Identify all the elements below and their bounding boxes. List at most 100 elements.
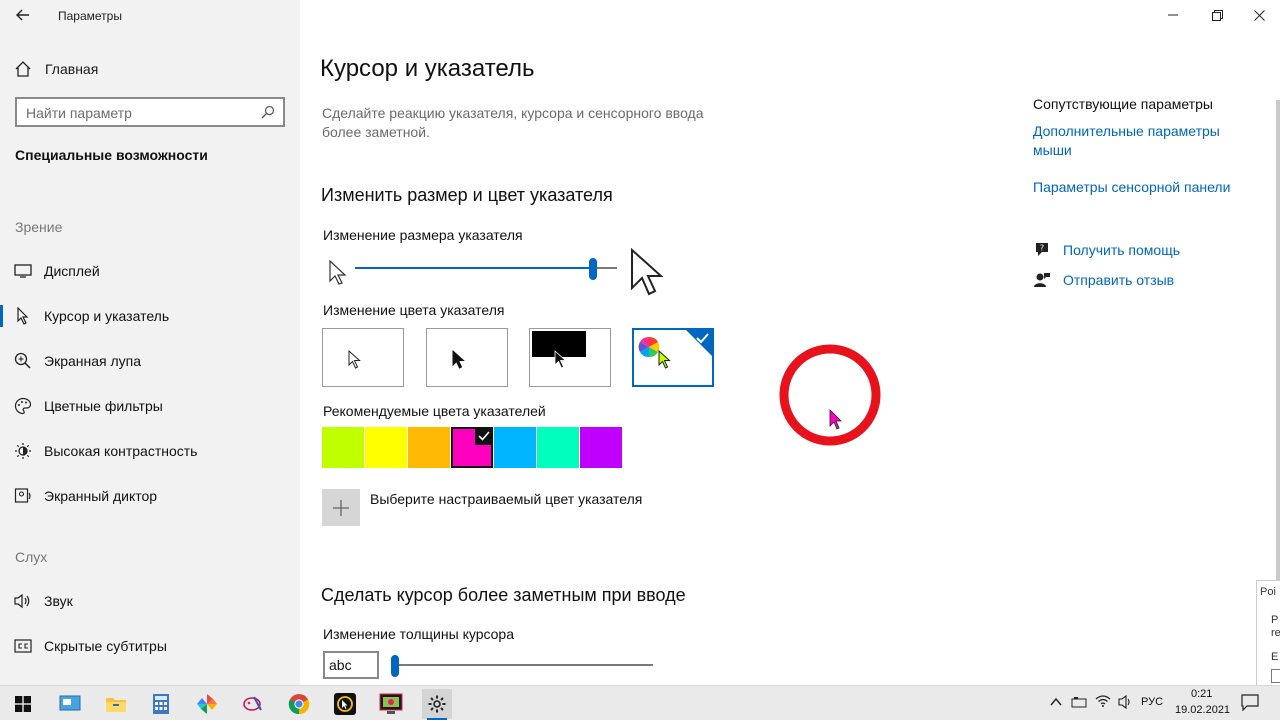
feedback-icon [1034, 273, 1050, 287]
taskbar-cursor-app[interactable] [330, 689, 360, 719]
contrast-icon [14, 442, 32, 460]
color-swatch[interactable] [365, 427, 407, 468]
back-button[interactable] [8, 2, 38, 28]
slider-thumb[interactable] [588, 258, 597, 280]
sidebar-item-captions[interactable]: Скрытые субтитры [0, 629, 300, 663]
sidebar-item-label: Курсор и указатель [44, 308, 170, 324]
minimize-button[interactable] [1150, 0, 1196, 30]
palette-icon [14, 397, 32, 415]
desktop-icon [59, 695, 81, 711]
white-pointer-icon [348, 350, 361, 369]
add-custom-color-button[interactable] [322, 489, 360, 526]
sidebar-item-sound[interactable]: Звук [0, 584, 300, 618]
language-indicator[interactable]: РУС [1141, 696, 1163, 708]
windows-start-icon [15, 696, 31, 712]
arrow-left-icon [16, 9, 29, 21]
send-feedback-label: Отправить отзыв [1063, 272, 1175, 288]
pointer-color-black[interactable] [426, 328, 508, 387]
color-label: Изменение цвета указателя [323, 302, 505, 318]
popup-checkbox[interactable] [1271, 669, 1280, 683]
taskbar-chrome[interactable] [284, 689, 314, 719]
cursor-thickness-slider[interactable] [391, 650, 653, 680]
paint-icon [243, 696, 262, 711]
pointer-color-white[interactable] [322, 328, 404, 387]
chevron-up-icon[interactable] [1050, 697, 1062, 707]
wifi-icon[interactable] [1095, 694, 1111, 708]
custom-pointer-icon [658, 350, 671, 369]
pointer-color-inverted[interactable] [529, 328, 611, 387]
custom-color-label: Выберите настраиваемый цвет указателя [370, 491, 643, 507]
taskbar-screen-recorder[interactable] [376, 689, 406, 719]
app-title: Параметры [58, 9, 122, 23]
taskbar: РУС 0:21 19.02.2021 [0, 685, 1280, 720]
clock-time[interactable]: 0:21 [1191, 688, 1212, 700]
narrator-icon [14, 487, 32, 505]
scrollbar[interactable] [1276, 100, 1280, 580]
color-swatch[interactable] [537, 427, 579, 468]
get-help-link[interactable]: ? Получить помощь [1033, 239, 1180, 261]
search-input[interactable]: Найти параметр [15, 97, 285, 127]
color-swatch[interactable] [494, 427, 536, 468]
swatch-check-icon [475, 427, 493, 445]
taskbar-file-explorer[interactable] [101, 689, 131, 719]
sidebar-item-label: Экранная лупа [44, 353, 142, 369]
sidebar-item-label: Цветные фильтры [44, 398, 163, 414]
monitor-icon [14, 262, 32, 280]
send-feedback-link[interactable]: Отправить отзыв [1033, 269, 1174, 291]
color-swatch[interactable] [408, 427, 450, 468]
help-chat-icon: ? [1036, 243, 1048, 256]
sidebar-item-magnifier[interactable]: Экранная лупа [0, 344, 300, 378]
clock-date[interactable]: 19.02.2021 [1175, 704, 1230, 716]
network-drive-icon[interactable] [1071, 695, 1087, 709]
taskbar-pinwheel-app[interactable] [192, 689, 222, 719]
notification-icon[interactable] [1241, 693, 1259, 711]
group-label-vision: Зрение [15, 219, 63, 235]
sidebar-item-narrator[interactable]: Экранный диктор [0, 479, 300, 513]
minimize-icon [1168, 14, 1178, 16]
cursor-app-icon [334, 693, 356, 715]
home-icon [15, 61, 31, 77]
recommended-label: Рекомендуемые цвета указателей [323, 403, 546, 419]
taskbar-paint[interactable] [238, 689, 268, 719]
inverted-pointer-icon [554, 350, 567, 369]
page-title: Курсор и указатель [320, 55, 535, 82]
pointer-color-custom[interactable] [632, 328, 714, 387]
svg-text:?: ? [1040, 244, 1044, 253]
group-label-hearing: Слух [15, 549, 48, 565]
close-icon [1253, 9, 1265, 21]
sidebar-item-home[interactable]: Главная [0, 56, 300, 82]
restore-button[interactable] [1194, 0, 1240, 30]
speaker-icon [14, 592, 32, 610]
sidebar-item-label: Экранный диктор [44, 488, 158, 504]
color-swatch[interactable] [322, 427, 364, 468]
sidebar-item-cursor[interactable]: Курсор и указатель [0, 299, 300, 333]
sidebar-item-color-filters[interactable]: Цветные фильтры [0, 389, 300, 423]
cursor-thickness-preview: abc [323, 651, 379, 679]
close-button[interactable] [1236, 0, 1280, 30]
taskbar-settings[interactable] [422, 689, 452, 719]
sidebar-item-label: Звук [44, 593, 73, 609]
slider-thumb[interactable] [391, 655, 399, 677]
taskbar-calculator[interactable] [146, 689, 176, 719]
pointer-size-slider[interactable] [355, 253, 617, 283]
color-swatch[interactable] [451, 427, 493, 468]
sidebar-item-label: Главная [45, 61, 99, 77]
partial-popup: Poi P re E [1256, 580, 1280, 690]
cursor-icon [14, 307, 32, 325]
sidebar-item-high-contrast[interactable]: Высокая контрастность [0, 434, 300, 468]
slider-fill [355, 267, 593, 269]
link-touchpad-settings[interactable]: Параметры сенсорной панели [1033, 178, 1230, 197]
volume-icon[interactable] [1118, 694, 1134, 710]
color-swatch[interactable] [580, 427, 622, 468]
screen-recorder-icon [379, 693, 403, 714]
sidebar-item-label: Скрытые субтитры [44, 638, 167, 654]
link-mouse-settings[interactable]: Дополнительные параметры мыши [1033, 122, 1253, 160]
start-button[interactable] [8, 689, 38, 719]
get-help-label: Получить помощь [1063, 242, 1181, 258]
sidebar-item-display[interactable]: Дисплей [0, 254, 300, 288]
plus-icon [333, 499, 349, 516]
large-pointer-icon [631, 248, 664, 296]
sidebar-item-label: Дисплей [44, 263, 100, 279]
small-pointer-icon [329, 260, 347, 285]
taskbar-desktop[interactable] [55, 689, 85, 719]
